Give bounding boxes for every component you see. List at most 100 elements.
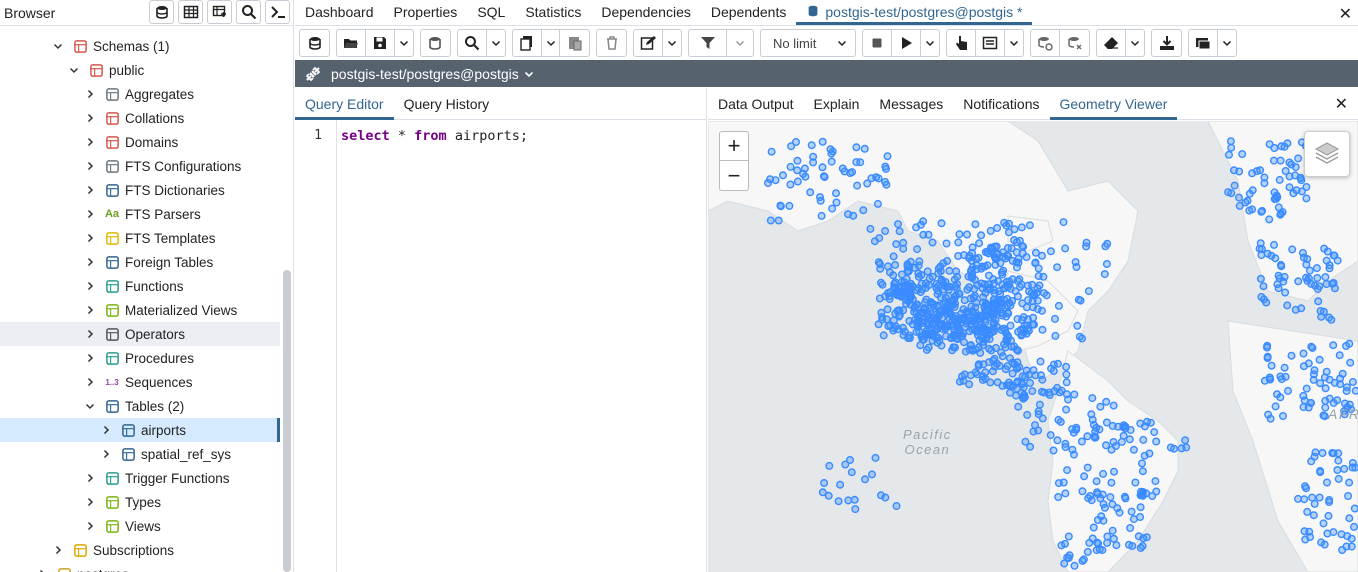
airport-point[interactable] (1321, 384, 1330, 393)
airport-point[interactable] (1284, 386, 1293, 395)
airport-point[interactable] (1351, 463, 1358, 472)
airport-point[interactable] (1022, 303, 1031, 312)
airport-point[interactable] (977, 231, 986, 240)
airport-point[interactable] (866, 224, 875, 233)
airport-point[interactable] (950, 295, 959, 304)
airport-point[interactable] (994, 249, 1003, 258)
tree-item[interactable]: Foreign Tables (0, 250, 280, 274)
airport-point[interactable] (1262, 298, 1271, 307)
delete-icon[interactable] (597, 30, 626, 56)
airport-point[interactable] (933, 302, 942, 311)
airport-point[interactable] (1086, 492, 1095, 501)
chevron-right-icon[interactable] (84, 112, 96, 124)
tree-scrollbar[interactable] (283, 270, 291, 572)
airport-point[interactable] (1313, 273, 1322, 282)
airport-point[interactable] (1136, 503, 1145, 512)
airport-point[interactable] (1322, 279, 1331, 288)
airport-point[interactable] (1091, 433, 1100, 442)
airport-point[interactable] (881, 226, 890, 235)
airport-point[interactable] (1062, 370, 1071, 379)
airport-point[interactable] (1065, 551, 1074, 560)
airport-point[interactable] (1013, 263, 1022, 272)
airport-point[interactable] (1035, 400, 1044, 409)
airport-point[interactable] (1077, 437, 1086, 446)
airport-point[interactable] (1235, 167, 1244, 176)
airport-point[interactable] (1108, 500, 1117, 509)
airport-point[interactable] (1263, 352, 1272, 361)
airport-point[interactable] (1038, 325, 1047, 334)
airport-point[interactable] (1025, 221, 1034, 230)
airport-point[interactable] (1276, 393, 1285, 402)
airport-point[interactable] (881, 162, 890, 171)
airport-point[interactable] (1150, 428, 1159, 437)
airport-point[interactable] (1314, 297, 1323, 306)
airport-point[interactable] (1347, 534, 1356, 543)
airport-point[interactable] (853, 181, 862, 190)
airport-point[interactable] (1034, 426, 1043, 435)
airport-point[interactable] (1045, 388, 1054, 397)
airport-point[interactable] (1129, 445, 1138, 454)
connection-status-icon[interactable] (300, 30, 329, 56)
airport-point[interactable] (883, 152, 892, 161)
airport-point[interactable] (1291, 305, 1300, 314)
airport-point[interactable] (1256, 239, 1265, 248)
airport-point[interactable] (1310, 499, 1319, 508)
airport-point[interactable] (883, 305, 892, 314)
airport-point[interactable] (1080, 472, 1089, 481)
chevron-right-icon[interactable] (84, 352, 96, 364)
airport-point[interactable] (881, 493, 890, 502)
airport-point[interactable] (1137, 491, 1146, 500)
airport-point[interactable] (1334, 474, 1343, 483)
airport-point[interactable] (1093, 538, 1102, 547)
airport-point[interactable] (973, 315, 982, 324)
airport-point[interactable] (889, 252, 898, 261)
airport-point[interactable] (1248, 169, 1257, 178)
airport-point[interactable] (1046, 247, 1055, 256)
tab-explain[interactable]: Explain (804, 88, 870, 120)
airport-point[interactable] (915, 257, 924, 266)
tab-notifications[interactable]: Notifications (953, 88, 1049, 120)
airport-point[interactable] (841, 460, 850, 469)
airport-point[interactable] (993, 378, 1002, 387)
copy-icon[interactable] (513, 30, 542, 56)
search-icon[interactable] (236, 0, 261, 24)
airport-point[interactable] (976, 348, 985, 357)
airport-point[interactable] (1307, 279, 1316, 288)
airport-point[interactable] (787, 142, 796, 151)
airport-point[interactable] (1030, 290, 1039, 299)
airport-point[interactable] (1166, 443, 1175, 452)
airport-point[interactable] (1035, 281, 1044, 290)
tab-sql[interactable]: SQL (467, 0, 515, 25)
airport-point[interactable] (1000, 218, 1009, 227)
airport-point[interactable] (1072, 425, 1081, 434)
chevron-right-icon[interactable] (36, 568, 48, 572)
airport-point[interactable] (1321, 273, 1330, 282)
airport-point[interactable] (1038, 375, 1047, 384)
tree-item[interactable]: Aa FTS Parsers (0, 202, 280, 226)
airport-point[interactable] (1083, 432, 1092, 441)
download-icon[interactable] (1152, 30, 1181, 56)
airport-point[interactable] (1121, 494, 1130, 503)
airport-point[interactable] (1306, 398, 1315, 407)
airport-point[interactable] (1026, 442, 1035, 451)
airport-point[interactable] (1100, 503, 1109, 512)
airport-point[interactable] (1302, 260, 1311, 269)
airport-point[interactable] (806, 188, 815, 197)
airport-point[interactable] (1102, 418, 1111, 427)
airport-point[interactable] (1317, 538, 1326, 547)
airport-point[interactable] (1060, 559, 1069, 568)
airport-point[interactable] (1030, 320, 1039, 329)
airport-point[interactable] (1092, 477, 1101, 486)
tab-messages[interactable]: Messages (869, 88, 953, 120)
airport-point[interactable] (932, 324, 941, 333)
airport-point[interactable] (1131, 478, 1140, 487)
airport-point[interactable] (1089, 523, 1098, 532)
airport-point[interactable] (928, 238, 937, 247)
airport-point[interactable] (1096, 402, 1105, 411)
airport-point[interactable] (1063, 466, 1072, 475)
tab-dependencies[interactable]: Dependencies (591, 0, 701, 25)
airport-point[interactable] (1266, 414, 1275, 423)
airport-point[interactable] (1351, 386, 1358, 395)
airport-point[interactable] (1273, 280, 1282, 289)
airport-point[interactable] (1107, 445, 1116, 454)
